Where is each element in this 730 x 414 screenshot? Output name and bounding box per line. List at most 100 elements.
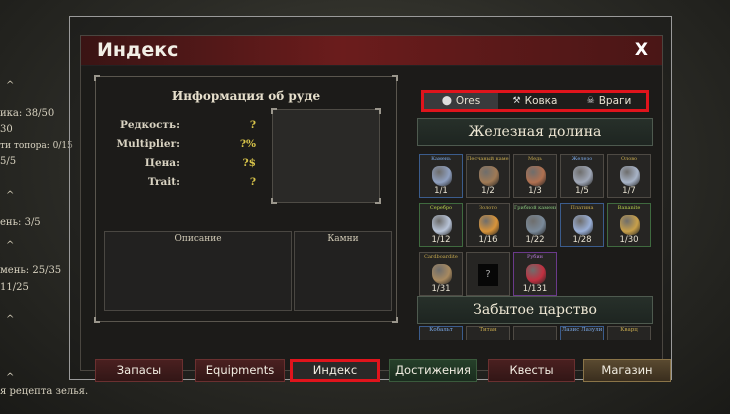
achievements-button[interactable]: Достижения <box>389 359 477 382</box>
ore-tile[interactable]: Грибной камень 1/22 <box>513 203 557 247</box>
hud-line: 11/25 <box>0 282 29 293</box>
ore-count: 1/22 <box>525 235 545 245</box>
ore-info-panel: Информация об руде Редкость: ? Multiplie… <box>94 75 398 323</box>
ore-tile[interactable]: Песчаный камень 1/2 <box>466 154 510 198</box>
window-body: Индекс X Информация об руде Редкость: ? … <box>80 35 671 382</box>
ore-tile[interactable]: Bananite 1/30 <box>607 203 651 247</box>
price-value: ?$ <box>242 157 256 169</box>
panel-corner <box>375 108 381 114</box>
ore-name: Песчаный камень <box>467 156 509 162</box>
tab-label: Ores <box>455 95 481 107</box>
ore-icon <box>432 215 452 235</box>
ore-count: 1/12 <box>431 235 451 245</box>
tab-label: Враги <box>598 95 632 107</box>
ore-tile[interactable]: Рубин 1/131 <box>513 252 557 296</box>
hud-line: ти топора: 0/15 <box>0 141 73 151</box>
ore-tile[interactable]: Кобальт <box>419 326 463 340</box>
panel-corner <box>271 198 277 204</box>
ore-tile[interactable]: Олово 1/7 <box>607 154 651 198</box>
ore-tile[interactable]: ? <box>466 252 510 296</box>
ore-count: 1/16 <box>478 235 498 245</box>
region-header: Забытое царство <box>417 296 653 324</box>
ore-tile[interactable] <box>513 326 557 340</box>
ore-count: 1/131 <box>522 284 548 294</box>
index-window: Индекс X Информация об руде Редкость: ? … <box>69 16 672 382</box>
description-label: Описание <box>174 234 222 244</box>
ore-icon <box>432 166 452 186</box>
hud-line: ика: 38/50 <box>0 108 55 119</box>
ore-name: Cardboardite <box>424 254 458 260</box>
panel-corner <box>392 317 398 323</box>
ore-icon <box>479 166 499 186</box>
ore-count: 1/31 <box>431 284 451 294</box>
ore-icon <box>620 166 640 186</box>
ore-icon <box>526 264 546 284</box>
quests-button[interactable]: Квесты <box>488 359 575 382</box>
ore-name: Олово <box>620 156 638 162</box>
ore-name: Камень <box>431 156 451 162</box>
ore-name: Платина <box>570 205 594 211</box>
caret-up-icon: ^ <box>6 314 15 325</box>
caret-up-icon: ^ <box>6 372 15 383</box>
panel-corner <box>271 108 277 114</box>
ore-tile[interactable]: Кварц <box>607 326 651 340</box>
ore-icon <box>432 264 452 284</box>
trait-value: ? <box>249 176 256 188</box>
ore-icon <box>573 215 593 235</box>
ore-name: Золото <box>478 205 498 211</box>
ore-grid-partial: Кобальт Титан Лазис Лазули Кварц <box>419 326 655 340</box>
ore-name: Железо <box>571 156 593 162</box>
ore-count: 1/30 <box>619 235 639 245</box>
rarity-label: Редкость: <box>119 119 180 131</box>
panel-corner <box>94 75 100 81</box>
caret-up-icon: ^ <box>6 190 15 201</box>
ore-name: Грибной камень <box>514 205 556 211</box>
ore-tile[interactable]: Железо 1/5 <box>560 154 604 198</box>
ore-count: 1/3 <box>528 186 542 196</box>
panel-corner <box>94 317 100 323</box>
ore-tile[interactable]: Медь 1/3 <box>513 154 557 198</box>
ore-tile[interactable]: Камень 1/1 <box>419 154 463 198</box>
tab-ores[interactable]: ⬤ Ores <box>424 93 498 109</box>
ore-name: Медь <box>528 156 542 162</box>
background-hud: ^ ика: 38/50 30 ти топора: 0/15 5/5 ^ ен… <box>0 0 80 414</box>
title-bar: Индекс X <box>81 36 662 66</box>
ore-count: 1/28 <box>572 235 592 245</box>
equipments-button[interactable]: Equipments <box>195 359 285 382</box>
caret-up-icon: ^ <box>6 240 15 251</box>
hud-line: ень: 3/5 <box>0 217 41 228</box>
tab-forging[interactable]: ⚒ Ковка <box>498 93 572 109</box>
stones-label: Камни <box>327 234 359 244</box>
trait-label: Trait: <box>147 176 180 188</box>
ore-preview <box>271 108 381 204</box>
stock-button[interactable]: Запасы <box>95 359 183 382</box>
ore-tile[interactable]: Cardboardite 1/31 <box>419 252 463 296</box>
circle-icon: ⬤ <box>441 96 452 106</box>
ore-count: 1/2 <box>481 186 495 196</box>
skull-icon: ☠ <box>586 96 595 106</box>
hud-line: мень: 25/35 <box>0 265 62 276</box>
ore-icon <box>573 166 593 186</box>
price-label: Цена: <box>144 157 180 169</box>
ore-name: Рубин <box>527 254 543 260</box>
ore-tile[interactable]: Платина 1/28 <box>560 203 604 247</box>
bottom-nav: Запасы Equipments Индекс Достижения Квесты Ма… <box>91 356 674 390</box>
ore-name: Серебро <box>429 205 453 211</box>
ore-tile[interactable]: Лазис Лазули <box>560 326 604 340</box>
index-button[interactable]: Индекс <box>290 359 380 382</box>
panel-corner <box>392 75 398 81</box>
ore-tile[interactable]: Титан <box>466 326 510 340</box>
hud-line: 30 <box>0 124 13 135</box>
ore-icon <box>526 215 546 235</box>
ore-count: 1/7 <box>622 186 636 196</box>
ore-count: 1/1 <box>434 186 448 196</box>
ore-name: Bananite <box>617 205 641 211</box>
ore-icon <box>479 215 499 235</box>
ore-tile[interactable]: Серебро 1/12 <box>419 203 463 247</box>
tab-enemies[interactable]: ☠ Враги <box>572 93 646 109</box>
ore-tile[interactable]: Золото 1/16 <box>466 203 510 247</box>
multiplier-label: Multiplier: <box>116 138 181 150</box>
shop-button[interactable]: Магазин <box>583 359 671 382</box>
category-tabs: ⬤ Ores ⚒ Ковка ☠ Враги <box>421 90 649 112</box>
close-button[interactable]: X <box>635 40 648 60</box>
